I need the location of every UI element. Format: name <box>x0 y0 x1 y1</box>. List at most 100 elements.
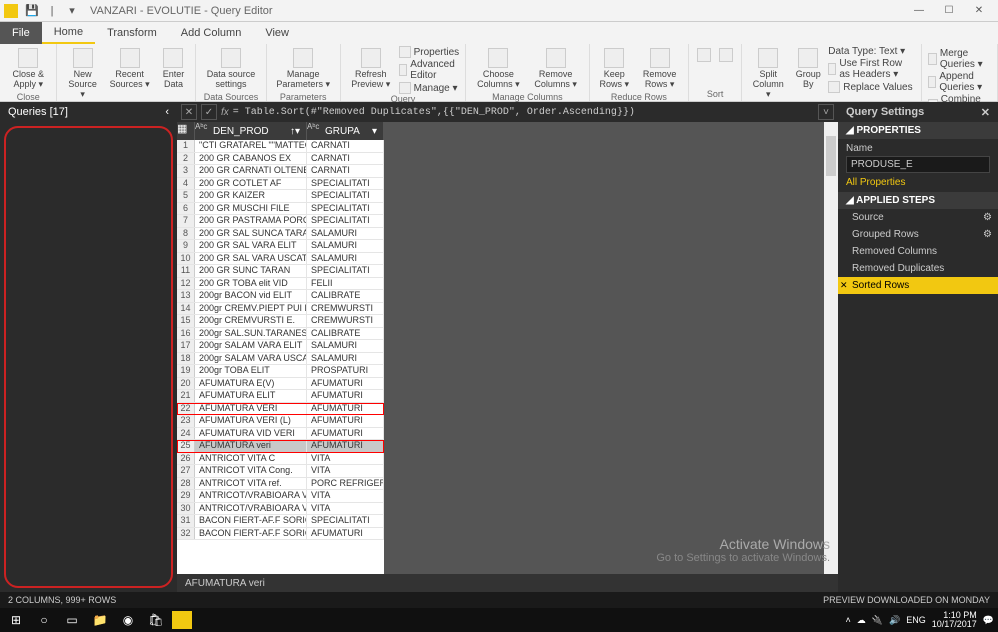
fx-icon[interactable]: fx <box>221 107 229 118</box>
table-row[interactable]: 25AFUMATURA veriAFUMATURI <box>177 440 384 453</box>
close-button[interactable]: ✕ <box>964 0 994 22</box>
view-tab[interactable]: View <box>253 22 301 44</box>
table-row[interactable]: 1"CTI GRATAREL ""MATTEO"" PLC"CARNATI <box>177 140 384 153</box>
select-all-corner[interactable]: ▦ <box>177 122 195 140</box>
explorer-icon[interactable]: 📁 <box>88 610 112 630</box>
advanced-editor-button[interactable]: Advanced Editor <box>399 59 460 81</box>
cell-grupa[interactable]: AFUMATURI <box>307 390 384 402</box>
close-apply-button[interactable]: Close & Apply ▾ <box>6 46 50 92</box>
formula-input[interactable] <box>233 107 814 118</box>
formula-commit-button[interactable]: ✓ <box>201 104 217 120</box>
new-source-button[interactable]: New Source ▾ <box>63 46 101 102</box>
table-row[interactable]: 31BACON FIERT-AF.F SORICSPECIALITATI <box>177 515 384 528</box>
maximize-button[interactable]: ☐ <box>934 0 964 22</box>
cell-denprod[interactable]: 200gr CREMVURSTI E. <box>195 315 307 327</box>
recent-sources-button[interactable]: Recent Sources ▾ <box>106 46 154 92</box>
cell-denprod[interactable]: 200 GR TOBA elit VID <box>195 278 307 290</box>
cell-grupa[interactable]: AFUMATURI <box>307 528 384 540</box>
table-row[interactable]: 13200gr BACON vid ELITCALIBRATE <box>177 290 384 303</box>
system-tray[interactable]: ˄ ☁ 🔌 🔊 ENG 1:10 PM 10/17/2017 💬 <box>846 611 994 629</box>
cell-denprod[interactable]: 200 GR SUNC TARAN <box>195 265 307 277</box>
store-icon[interactable]: 🛍 <box>144 610 168 630</box>
choose-columns-button[interactable]: Choose Columns ▾ <box>472 46 524 92</box>
collapse-icon[interactable]: ‹ <box>165 106 169 118</box>
sort-desc-button[interactable] <box>717 46 735 66</box>
qat-dropdown-icon[interactable]: ▾ <box>65 4 79 18</box>
cell-denprod[interactable]: 200gr BACON vid ELIT <box>195 290 307 302</box>
table-row[interactable]: 5200 GR KAIZERSPECIALITATI <box>177 190 384 203</box>
cell-grupa[interactable]: FELII <box>307 278 384 290</box>
cell-denprod[interactable]: AFUMATURA veri <box>195 440 307 452</box>
cell-denprod[interactable]: AFUMATURA VERI <box>195 403 307 415</box>
table-row[interactable]: 6200 GR MUSCHI FILESPECIALITATI <box>177 203 384 216</box>
file-menu[interactable]: File <box>0 22 42 44</box>
table-row[interactable]: 8200 GR SAL SUNCA TARANSALAMURI <box>177 228 384 241</box>
table-row[interactable]: 3200 GR CARNATI OLTENESTICARNATI <box>177 165 384 178</box>
cell-denprod[interactable]: 200 GR PASTRAMA PORC <box>195 215 307 227</box>
cell-denprod[interactable]: ANTRICOT/VRABIOARA VITA R <box>195 503 307 515</box>
cell-grupa[interactable]: VITA <box>307 490 384 502</box>
cell-grupa[interactable]: PROSPATURI <box>307 365 384 377</box>
sort-asc-button[interactable] <box>695 46 713 66</box>
cell-denprod[interactable]: ANTRICOT VITA ref. <box>195 478 307 490</box>
cell-denprod[interactable]: AFUMATURA VID VERI <box>195 428 307 440</box>
minimize-button[interactable]: — <box>904 0 934 22</box>
cell-grupa[interactable]: SPECIALITATI <box>307 190 384 202</box>
keep-rows-button[interactable]: Keep Rows ▾ <box>596 46 633 92</box>
cell-denprod[interactable]: 200 GR SAL SUNCA TARAN <box>195 228 307 240</box>
table-row[interactable]: 15200gr CREMVURSTI E.CREMWURSTI <box>177 315 384 328</box>
cell-denprod[interactable]: AFUMATURA E(V) <box>195 378 307 390</box>
cell-grupa[interactable]: CARNATI <box>307 165 384 177</box>
start-button[interactable]: ⊞ <box>4 610 28 630</box>
cell-grupa[interactable]: CARNATI <box>307 140 384 152</box>
cell-denprod[interactable]: 200 GR COTLET AF <box>195 178 307 190</box>
cell-denprod[interactable]: "CTI GRATAREL ""MATTEO"" PLC" <box>195 140 307 152</box>
table-row[interactable]: 21AFUMATURA ELITAFUMATURI <box>177 390 384 403</box>
cell-grupa[interactable]: VITA <box>307 503 384 515</box>
queries-header[interactable]: Queries [17] ‹ <box>0 102 177 122</box>
cell-denprod[interactable]: 200 GR CABANOS EX <box>195 153 307 165</box>
cortana-button[interactable]: ○ <box>32 610 56 630</box>
settings-close-button[interactable]: ✕ <box>981 106 990 119</box>
cell-denprod[interactable]: BACON FIERT-AF.F SORIC <box>195 515 307 527</box>
powerbi-icon[interactable] <box>172 611 192 629</box>
cell-grupa[interactable]: SPECIALITATI <box>307 203 384 215</box>
cell-grupa[interactable]: AFUMATURI <box>307 403 384 415</box>
cell-grupa[interactable]: SPECIALITATI <box>307 178 384 190</box>
table-row[interactable]: 19200gr TOBA ELITPROSPATURI <box>177 365 384 378</box>
cell-grupa[interactable]: SALAMURI <box>307 340 384 352</box>
cell-denprod[interactable]: 200gr TOBA ELIT <box>195 365 307 377</box>
cell-grupa[interactable]: CARNATI <box>307 153 384 165</box>
query-name-input[interactable] <box>846 156 990 173</box>
table-row[interactable]: 30ANTRICOT/VRABIOARA VITA RVITA <box>177 503 384 516</box>
cell-denprod[interactable]: 200 GR SAL VARA USCAT <box>195 253 307 265</box>
cell-grupa[interactable]: SPECIALITATI <box>307 215 384 227</box>
step-gear-icon[interactable]: ⚙ <box>983 229 992 240</box>
table-row[interactable]: 28ANTRICOT VITA ref.PORC REFRIGERAT <box>177 478 384 491</box>
merge-queries-button[interactable]: Merge Queries ▾ <box>928 48 991 70</box>
cell-denprod[interactable]: ANTRICOT/VRABIOARA VITA C <box>195 490 307 502</box>
table-row[interactable]: 7200 GR PASTRAMA PORCSPECIALITATI <box>177 215 384 228</box>
append-queries-button[interactable]: Append Queries ▾ <box>928 71 991 93</box>
table-row[interactable]: 18200gr SALAM VARA USCAT E.SALAMURI <box>177 353 384 366</box>
home-tab[interactable]: Home <box>42 22 95 44</box>
clock[interactable]: 1:10 PM 10/17/2017 <box>932 611 977 629</box>
table-row[interactable]: 32BACON FIERT-AF.F SORICIAFUMATURI <box>177 528 384 541</box>
table-row[interactable]: 22AFUMATURA VERIAFUMATURI <box>177 403 384 416</box>
cell-grupa[interactable]: CALIBRATE <box>307 328 384 340</box>
save-icon[interactable]: 💾 <box>25 4 39 18</box>
table-row[interactable]: 23AFUMATURA VERI (L)AFUMATURI <box>177 415 384 428</box>
all-properties-link[interactable]: All Properties <box>846 177 990 188</box>
scroll-thumb[interactable] <box>826 136 836 176</box>
applied-step[interactable]: Grouped Rows⚙ <box>838 226 998 243</box>
table-row[interactable]: 24AFUMATURA VID VERIAFUMATURI <box>177 428 384 441</box>
enter-data-button[interactable]: Enter Data <box>157 46 189 92</box>
cell-grupa[interactable]: SPECIALITATI <box>307 515 384 527</box>
cell-grupa[interactable]: SALAMURI <box>307 253 384 265</box>
remove-columns-button[interactable]: Remove Columns ▾ <box>529 46 583 92</box>
cell-denprod[interactable]: BACON FIERT-AF.F SORICI <box>195 528 307 540</box>
table-row[interactable]: 29ANTRICOT/VRABIOARA VITA CVITA <box>177 490 384 503</box>
table-row[interactable]: 20AFUMATURA E(V)AFUMATURI <box>177 378 384 391</box>
applied-step[interactable]: Removed Duplicates <box>838 260 998 277</box>
cell-grupa[interactable]: AFUMATURI <box>307 378 384 390</box>
